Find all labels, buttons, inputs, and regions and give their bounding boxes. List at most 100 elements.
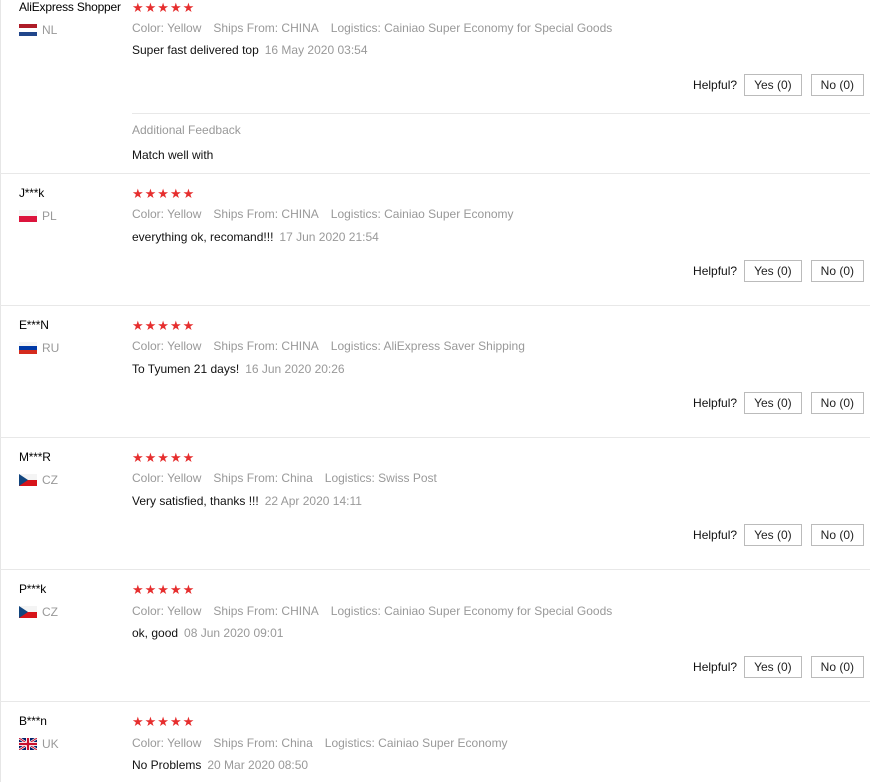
star-rating: ★★★★★ — [132, 318, 196, 333]
review-date: 17 Jun 2020 21:54 — [279, 230, 379, 244]
divider — [0, 437, 870, 438]
helpful-yes-button[interactable]: Yes (0) — [744, 392, 802, 414]
ships-from-label: Ships From: — [213, 339, 279, 353]
helpful-label: Helpful? — [693, 528, 738, 542]
logistics-label: Logistics: — [330, 604, 381, 618]
helpful-no-button[interactable]: No (0) — [810, 656, 864, 678]
product-attributes: Color: Yellow Ships From: CHINA Logistics:… — [132, 207, 514, 221]
user-country: UK — [19, 737, 59, 751]
helpful-voting: Helpful? Yes (0) No (0) — [693, 524, 864, 546]
color-value: Yellow — [167, 207, 202, 221]
ships-from-value: CHINA — [281, 21, 319, 35]
helpful-label: Helpful? — [693, 78, 738, 92]
review-text-line: No Problems 20 Mar 2020 08:50 — [132, 758, 308, 772]
helpful-voting: Helpful? Yes (0) No (0) — [693, 260, 864, 282]
helpful-yes-button[interactable]: Yes (0) — [744, 74, 802, 96]
divider — [0, 569, 870, 570]
product-attributes: Color: Yellow Ships From: CHINA Logistics:… — [132, 604, 612, 618]
user-name: M***R — [19, 450, 51, 464]
logistics-label: Logistics: — [330, 339, 381, 353]
user-country: CZ — [19, 605, 58, 619]
helpful-voting: Helpful? Yes (0) No (0) — [693, 74, 864, 96]
user-name: E***N — [19, 318, 49, 332]
country-code: PL — [42, 209, 57, 223]
ships-from-value: CHINA — [281, 207, 319, 221]
left-border — [0, 0, 1, 782]
product-attributes: Color: Yellow Ships From: CHINA Logistics:… — [132, 21, 612, 35]
user-country: RU — [19, 341, 59, 355]
color-label: Color: — [132, 21, 165, 35]
ships-from-value: CHINA — [281, 339, 319, 353]
ships-from-label: Ships From: — [213, 736, 279, 750]
star-rating: ★★★★★ — [132, 450, 196, 465]
ships-from-value: China — [281, 736, 313, 750]
ships-from-label: Ships From: — [213, 471, 279, 485]
ships-from-value: CHINA — [281, 604, 319, 618]
color-label: Color: — [132, 207, 165, 221]
flag-uk-icon — [19, 738, 37, 750]
logistics-value: Swiss Post — [378, 471, 437, 485]
review-text-line: everything ok, recomand!!! 17 Jun 2020 21… — [132, 230, 379, 244]
review-date: 20 Mar 2020 08:50 — [207, 758, 309, 772]
product-attributes: Color: Yellow Ships From: CHINA Logistics:… — [132, 339, 525, 353]
logistics-value: AliExpress Saver Shipping — [383, 339, 525, 353]
logistics-value: Cainiao Super Economy — [384, 207, 514, 221]
review-text-line: ok, good 08 Jun 2020 09:01 — [132, 626, 283, 640]
helpful-yes-button[interactable]: Yes (0) — [744, 656, 802, 678]
flag-ru-icon — [19, 342, 37, 354]
logistics-value: Cainiao Super Economy for Special Goods — [384, 21, 613, 35]
divider — [132, 113, 870, 114]
star-rating: ★★★★★ — [132, 714, 196, 729]
review-text: Very satisfied, thanks !!! — [132, 494, 259, 508]
helpful-no-button[interactable]: No (0) — [810, 260, 864, 282]
country-code: RU — [42, 341, 60, 355]
color-value: Yellow — [167, 604, 202, 618]
ships-from-label: Ships From: — [213, 604, 279, 618]
helpful-no-button[interactable]: No (0) — [810, 524, 864, 546]
color-label: Color: — [132, 339, 165, 353]
product-attributes: Color: Yellow Ships From: China Logistics:… — [132, 736, 508, 750]
divider — [0, 701, 870, 702]
divider — [0, 305, 870, 306]
logistics-value: Cainiao Super Economy for Special Goods — [384, 604, 613, 618]
review-text: To Tyumen 21 days! — [132, 362, 240, 376]
product-attributes: Color: Yellow Ships From: China Logistics:… — [132, 471, 437, 485]
additional-feedback-title: Additional Feedback — [132, 123, 241, 137]
review-text: Super fast delivered top — [132, 43, 259, 57]
user-name: B***n — [19, 714, 47, 728]
color-label: Color: — [132, 736, 165, 750]
user-name: AliExpress Shopper — [19, 0, 121, 14]
logistics-label: Logistics: — [330, 21, 381, 35]
user-country: CZ — [19, 473, 58, 487]
flag-cz-icon — [19, 474, 37, 486]
helpful-label: Helpful? — [693, 264, 738, 278]
review-text-line: Very satisfied, thanks !!! 22 Apr 2020 14… — [132, 494, 362, 508]
additional-feedback-text: Match well with — [132, 148, 214, 162]
helpful-voting: Helpful? Yes (0) No (0) — [693, 656, 864, 678]
review-text-line: Super fast delivered top 16 May 2020 03:5… — [132, 43, 368, 57]
color-label: Color: — [132, 471, 165, 485]
color-value: Yellow — [167, 736, 202, 750]
user-country: NL — [19, 23, 57, 37]
helpful-label: Helpful? — [693, 660, 738, 674]
review-text: everything ok, recomand!!! — [132, 230, 274, 244]
color-label: Color: — [132, 604, 165, 618]
ships-from-label: Ships From: — [213, 21, 279, 35]
logistics-value: Cainiao Super Economy — [378, 736, 508, 750]
review-text-line: To Tyumen 21 days! 16 Jun 2020 20:26 — [132, 362, 345, 376]
review-date: 16 May 2020 03:54 — [264, 43, 368, 57]
helpful-yes-button[interactable]: Yes (0) — [744, 524, 802, 546]
helpful-no-button[interactable]: No (0) — [810, 392, 864, 414]
user-country: PL — [19, 209, 57, 223]
flag-cz-icon — [19, 606, 37, 618]
flag-pl-icon — [19, 210, 37, 222]
helpful-no-button[interactable]: No (0) — [810, 74, 864, 96]
review-date: 16 Jun 2020 20:26 — [245, 362, 345, 376]
helpful-yes-button[interactable]: Yes (0) — [744, 260, 802, 282]
flag-nl-icon — [19, 24, 37, 36]
country-code: CZ — [42, 473, 58, 487]
user-name: J***k — [19, 186, 45, 200]
star-rating: ★★★★★ — [132, 582, 196, 597]
ships-from-label: Ships From: — [213, 207, 279, 221]
ships-from-value: China — [281, 471, 313, 485]
